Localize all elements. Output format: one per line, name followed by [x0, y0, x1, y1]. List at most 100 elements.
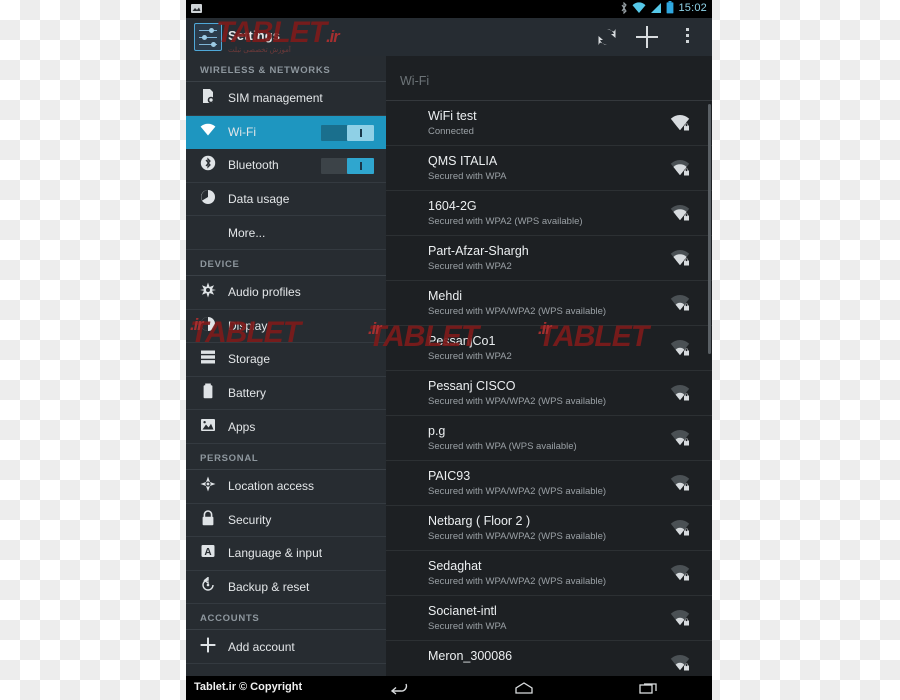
wifi-signal-indicator	[670, 249, 690, 267]
audio-profiles-icon	[200, 282, 216, 298]
wifi-network-status: Connected	[428, 126, 474, 137]
wifi-network-row[interactable]: Socianet-intl Secured with WPA	[386, 596, 712, 641]
sidebar-item-language-input[interactable]: A Language & input	[186, 537, 386, 571]
wifi-network-status: Secured with WPA/WPA2 (WPS available)	[428, 486, 607, 497]
battery-icon	[200, 383, 220, 403]
wifi-network-row[interactable]: Part-Afzar-Shargh Secured with WPA2	[386, 236, 712, 281]
status-bar-left-icons	[191, 3, 202, 14]
sidebar-item-label: Location access	[228, 479, 315, 494]
add-network-button[interactable]	[636, 26, 658, 48]
sidebar-item-label: Apps	[228, 419, 256, 434]
wifi-network-status: Secured with WPA/WPA2 (WPS available)	[428, 306, 607, 317]
language-icon: A	[201, 545, 215, 558]
data-usage-icon	[200, 189, 220, 209]
sidebar-item-apps[interactable]: Apps	[186, 410, 386, 444]
wifi-signal-indicator	[670, 519, 690, 537]
overflow-menu-button[interactable]	[676, 24, 698, 50]
wifi-signal-indicator	[670, 474, 690, 492]
page-title: Settings	[228, 28, 281, 43]
wifi-network-status: Secured with WPA	[428, 621, 507, 632]
wifi-list-scrollbar[interactable]	[708, 104, 711, 354]
wifi-network-name: Netbarg ( Floor 2 )	[428, 514, 531, 528]
wifi-network-row[interactable]: Netbarg ( Floor 2 ) Secured with WPA/WPA2…	[386, 506, 712, 551]
device-screen: 15:02 Settings TABLET.ir آموزش تخصصی تبل…	[186, 0, 712, 700]
wifi-network-row[interactable]: Meron_300086	[386, 641, 712, 676]
svg-text:A: A	[204, 547, 211, 558]
wifi-network-name: 1604-2G	[428, 199, 477, 213]
status-bar-right-icons: 15:02	[620, 1, 707, 14]
sidebar-item-label: Battery	[228, 386, 267, 401]
sidebar-item-data-usage[interactable]: Data usage	[186, 183, 386, 217]
wifi-network-row[interactable]: Pessanj CISCO Secured with WPA/WPA2 (WPS …	[386, 371, 712, 416]
sidebar-item-audio-profiles[interactable]: Audio profiles	[186, 276, 386, 310]
recents-button[interactable]	[587, 681, 712, 695]
sidebar-item-label: Display	[228, 318, 268, 333]
location-icon	[200, 476, 220, 496]
wifi-icon	[632, 1, 646, 13]
wifi-network-row[interactable]: PessanjCo1 Secured with WPA2	[386, 326, 712, 371]
sidebar-item-more[interactable]: More...	[186, 216, 386, 250]
sidebar-item-security[interactable]: Security	[186, 504, 386, 538]
toggle-switch[interactable]	[321, 124, 374, 141]
wifi-signal-indicator	[670, 564, 690, 582]
home-icon	[515, 682, 533, 694]
sidebar-item-label: Security	[228, 512, 272, 527]
wifi-network-name: PessanjCo1	[428, 334, 496, 348]
sidebar-item-bluetooth[interactable]: Bluetooth	[186, 149, 386, 183]
wifi-panel-title: Wi-Fi	[400, 74, 430, 88]
sidebar-item-sim-management[interactable]: SIM management	[186, 82, 386, 116]
back-button[interactable]	[336, 681, 461, 695]
location-icon	[200, 476, 216, 492]
wifi-network-row[interactable]: Sedaghat Secured with WPA/WPA2 (WPS avail…	[386, 551, 712, 596]
wifi-network-row[interactable]: WiFi test Connected	[386, 101, 712, 146]
backup-reset-icon	[200, 576, 220, 597]
sidebar-section-header: ACCOUNTS	[186, 604, 386, 631]
wifi-signal-indicator	[670, 339, 690, 357]
home-button[interactable]	[461, 681, 586, 695]
wifi-network-row[interactable]: p.g Secured with WPA (WPS available)	[386, 416, 712, 461]
wifi-network-name: Part-Afzar-Shargh	[428, 244, 529, 258]
wifi-signal-icon	[670, 294, 690, 311]
wifi-network-row[interactable]: 1604-2G Secured with WPA2 (WPS available)	[386, 191, 712, 236]
sidebar-item-battery[interactable]: Battery	[186, 377, 386, 411]
wifi-network-row[interactable]: QMS ITALIA Secured with WPA	[386, 146, 712, 191]
toggle-switch[interactable]	[321, 158, 374, 175]
sidebar-item-display[interactable]: Display	[186, 310, 386, 344]
sidebar-item-label: Storage	[228, 352, 271, 367]
wifi-network-name: p.g	[428, 424, 446, 438]
settings-sidebar: WIRELESS & NETWORKS SIM management Wi-Fi Bl…	[186, 56, 386, 676]
sidebar-item-backup-reset[interactable]: Backup & reset	[186, 571, 386, 605]
scan-button[interactable]	[596, 26, 618, 48]
sim-card-icon	[200, 88, 220, 108]
wifi-icon	[200, 122, 220, 142]
wifi-network-row[interactable]: PAIC93 Secured with WPA/WPA2 (WPS availab…	[386, 461, 712, 506]
sidebar-item-location-access[interactable]: Location access	[186, 470, 386, 504]
lock-icon	[200, 510, 220, 530]
sidebar-item-add-account[interactable]: Add account	[186, 630, 386, 664]
wifi-signal-icon	[670, 564, 690, 581]
wifi-signal-icon	[670, 474, 690, 491]
wifi-network-status: Secured with WPA (WPS available)	[428, 441, 577, 452]
sidebar-item-label: Data usage	[228, 192, 290, 207]
sidebar-section-header: WIRELESS & NETWORKS	[186, 56, 386, 82]
wifi-network-list: WiFi test Connected QMS ITALIA Secured with…	[386, 101, 712, 676]
sidebar-item-label: Audio profiles	[228, 285, 301, 300]
sidebar-item-storage[interactable]: Storage	[186, 343, 386, 377]
wifi-network-status: Secured with WPA/WPA2 (WPS available)	[428, 531, 607, 542]
wifi-network-name: Socianet-intl	[428, 604, 497, 618]
status-bar-clock: 15:02	[678, 1, 707, 14]
wifi-signal-indicator	[670, 204, 690, 222]
signal-icon	[651, 2, 662, 13]
navigation-buttons	[336, 676, 712, 700]
plus-icon	[200, 637, 220, 657]
sidebar-item-label: Wi-Fi	[228, 124, 256, 139]
sidebar-item-wi-fi[interactable]: Wi-Fi	[186, 115, 386, 150]
display-icon	[201, 316, 215, 331]
storage-icon	[200, 349, 220, 369]
sidebar-item-label: SIM management	[228, 91, 323, 106]
wifi-network-name: Pessanj CISCO	[428, 379, 516, 393]
apps-icon	[201, 418, 215, 431]
wifi-network-row[interactable]: Mehdi Secured with WPA/WPA2 (WPS availabl…	[386, 281, 712, 326]
language-icon: A	[200, 543, 220, 563]
wifi-panel: Wi-Fi WiFi test Connected QMS ITALIA Secure…	[386, 56, 712, 676]
